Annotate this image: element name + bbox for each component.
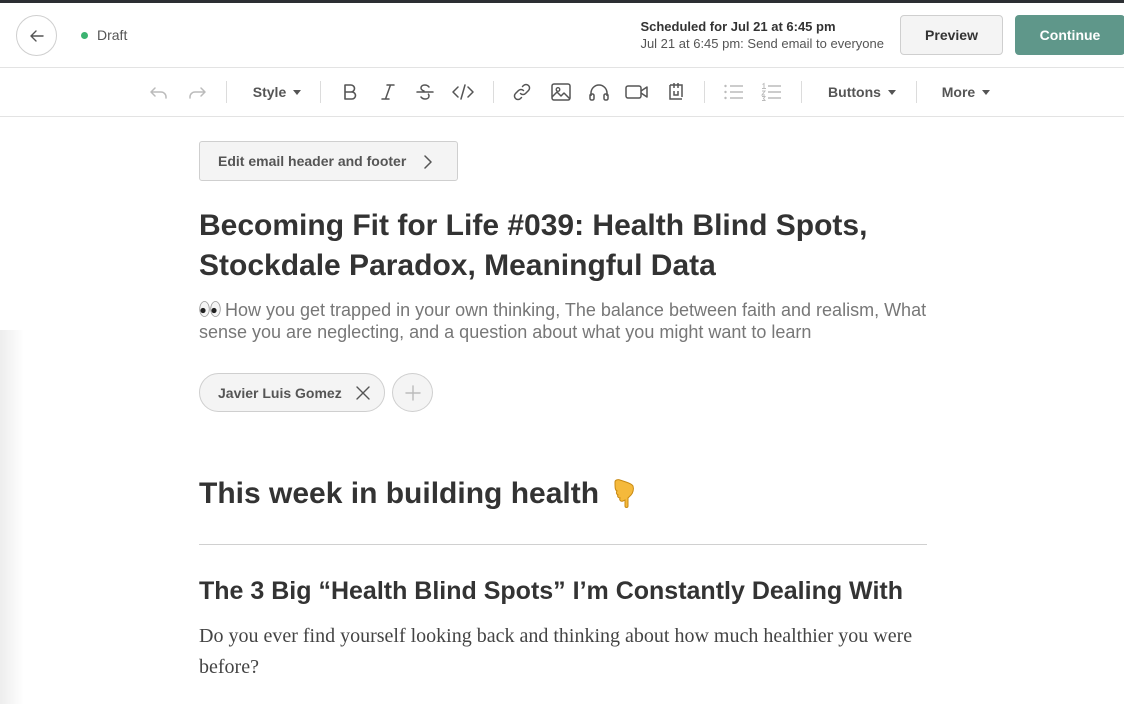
undo-icon xyxy=(150,87,167,99)
article-heading[interactable]: The 3 Big “Health Blind Spots” I’m Const… xyxy=(199,574,903,608)
caret-down-icon xyxy=(293,89,302,95)
toolbar-divider xyxy=(493,81,494,103)
status-label: Draft xyxy=(97,27,128,43)
caret-down-icon xyxy=(982,89,991,95)
italic-button[interactable] xyxy=(377,80,399,104)
redo-button[interactable] xyxy=(186,80,208,104)
bold-button[interactable] xyxy=(339,80,361,104)
video-icon xyxy=(625,85,648,99)
close-icon[interactable] xyxy=(356,386,370,400)
code-icon xyxy=(452,84,474,100)
post-status: Draft xyxy=(81,27,127,43)
bullet-list-button[interactable] xyxy=(722,80,746,104)
link-icon xyxy=(513,83,531,101)
body-paragraph[interactable]: Do you ever find yourself looking back a… xyxy=(199,621,919,683)
arrow-left-icon xyxy=(29,29,44,42)
preview-button[interactable]: Preview xyxy=(900,15,1003,55)
caret-down-icon xyxy=(887,89,896,95)
edit-header-footer-label: Edit email header and footer xyxy=(218,153,407,169)
schedule-info: Scheduled for Jul 21 at 6:45 pm Jul 21 a… xyxy=(640,18,884,52)
numbered-list-icon xyxy=(761,82,781,101)
chevron-right-icon xyxy=(424,155,432,169)
embed-button[interactable] xyxy=(664,80,686,104)
schedule-detail: Jul 21 at 6:45 pm: Send email to everyon… xyxy=(640,36,884,51)
eyes-emoji-icon xyxy=(199,301,221,317)
italic-icon xyxy=(381,84,395,100)
post-subtitle: How you get trapped in your own thinking… xyxy=(199,300,927,342)
horizontal-divider xyxy=(199,544,927,545)
author-name: Javier Luis Gomez xyxy=(218,384,342,401)
toolbar-divider xyxy=(916,81,917,103)
author-chip[interactable]: Javier Luis Gomez xyxy=(199,373,385,412)
undo-button[interactable] xyxy=(148,80,170,104)
style-dropdown[interactable]: Style xyxy=(251,80,303,104)
toolbar-divider xyxy=(704,81,705,103)
post-title[interactable]: Becoming Fit for Life #039: Health Blind… xyxy=(199,206,929,286)
add-author-button[interactable] xyxy=(392,373,433,412)
continue-button[interactable]: Continue xyxy=(1015,15,1124,55)
more-dropdown[interactable]: More xyxy=(941,80,991,104)
redo-icon xyxy=(189,87,206,99)
back-button[interactable] xyxy=(16,15,57,56)
edit-header-footer-button[interactable]: Edit email header and footer xyxy=(199,141,458,181)
style-dropdown-label: Style xyxy=(252,84,287,100)
code-button[interactable] xyxy=(451,80,475,104)
image-icon xyxy=(551,83,571,101)
section-heading: This week in building health xyxy=(199,477,600,510)
video-button[interactable] xyxy=(624,80,650,104)
buttons-dropdown[interactable]: Buttons xyxy=(827,80,897,104)
formatting-toolbar: Style Buttons More xyxy=(0,68,1124,117)
buttons-dropdown-label: Buttons xyxy=(828,84,881,100)
status-dot-icon xyxy=(81,31,88,39)
schedule-title: Scheduled for Jul 21 at 6:45 pm xyxy=(640,19,836,34)
more-dropdown-label: More xyxy=(941,84,976,100)
plus-icon xyxy=(404,384,421,401)
link-button[interactable] xyxy=(511,80,533,104)
panel-edge-shadow xyxy=(0,330,24,704)
audio-icon xyxy=(589,84,609,101)
strikethrough-icon xyxy=(416,84,434,100)
toolbar-divider xyxy=(320,81,321,103)
section-heading-block[interactable]: This week in building health xyxy=(199,474,637,514)
post-subtitle-field[interactable]: How you get trapped in your own thinking… xyxy=(199,299,929,343)
pointing-down-emoji-icon xyxy=(614,479,634,508)
strikethrough-button[interactable] xyxy=(414,80,436,104)
bullet-list-icon xyxy=(724,84,743,100)
audio-button[interactable] xyxy=(587,80,611,104)
image-button[interactable] xyxy=(549,80,573,104)
numbered-list-button[interactable] xyxy=(760,80,784,104)
embed-icon xyxy=(669,83,683,100)
editor-header: Draft Scheduled for Jul 21 at 6:45 pm Ju… xyxy=(0,3,1124,68)
toolbar-divider xyxy=(226,81,227,103)
toolbar-divider xyxy=(801,81,802,103)
bold-icon xyxy=(344,84,357,100)
